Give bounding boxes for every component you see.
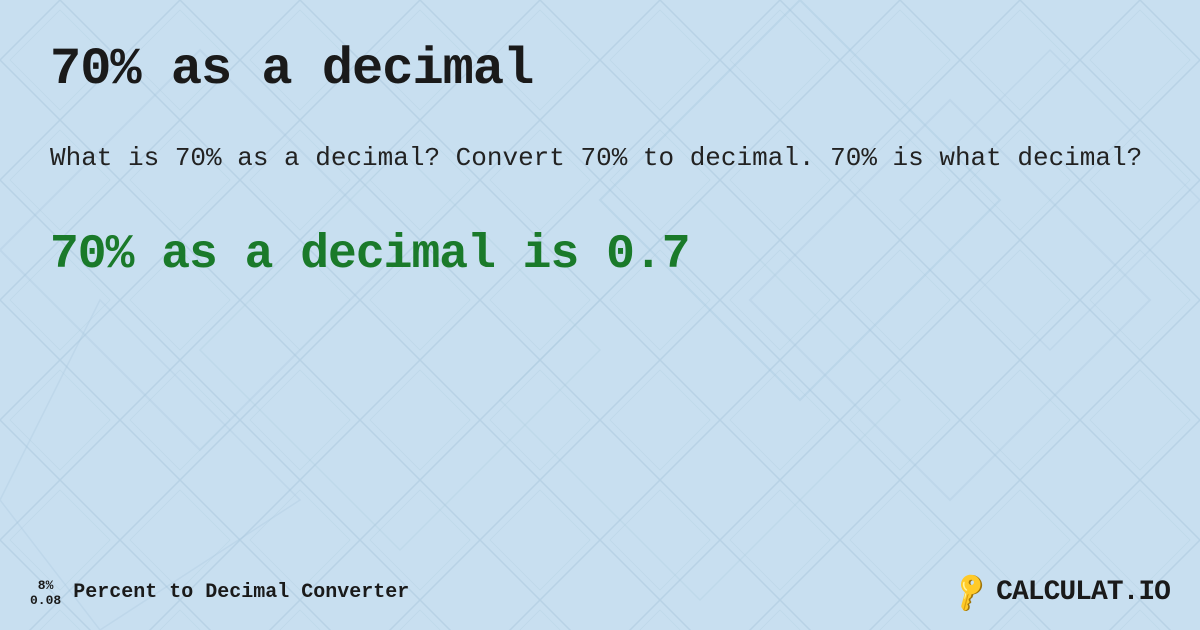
result-text: 70% as a decimal is 0.7 [50, 228, 1150, 282]
footer-left: 8% 0.08 Percent to Decimal Converter [30, 578, 409, 608]
page-title: 70% as a decimal [50, 40, 1150, 99]
key-icon: 🔑 [947, 569, 995, 617]
percent-top: 8% [38, 578, 54, 593]
percent-stack: 8% 0.08 [30, 578, 61, 608]
percent-bottom: 0.08 [30, 593, 61, 608]
calculat-logo: CALCULAT.IO [996, 577, 1170, 608]
footer-label: Percent to Decimal Converter [73, 581, 409, 604]
footer-right: 🔑 CALCULAT.IO [953, 575, 1170, 610]
footer: 8% 0.08 Percent to Decimal Converter 🔑 C… [0, 575, 1200, 610]
description-text: What is 70% as a decimal? Convert 70% to… [50, 139, 1150, 178]
